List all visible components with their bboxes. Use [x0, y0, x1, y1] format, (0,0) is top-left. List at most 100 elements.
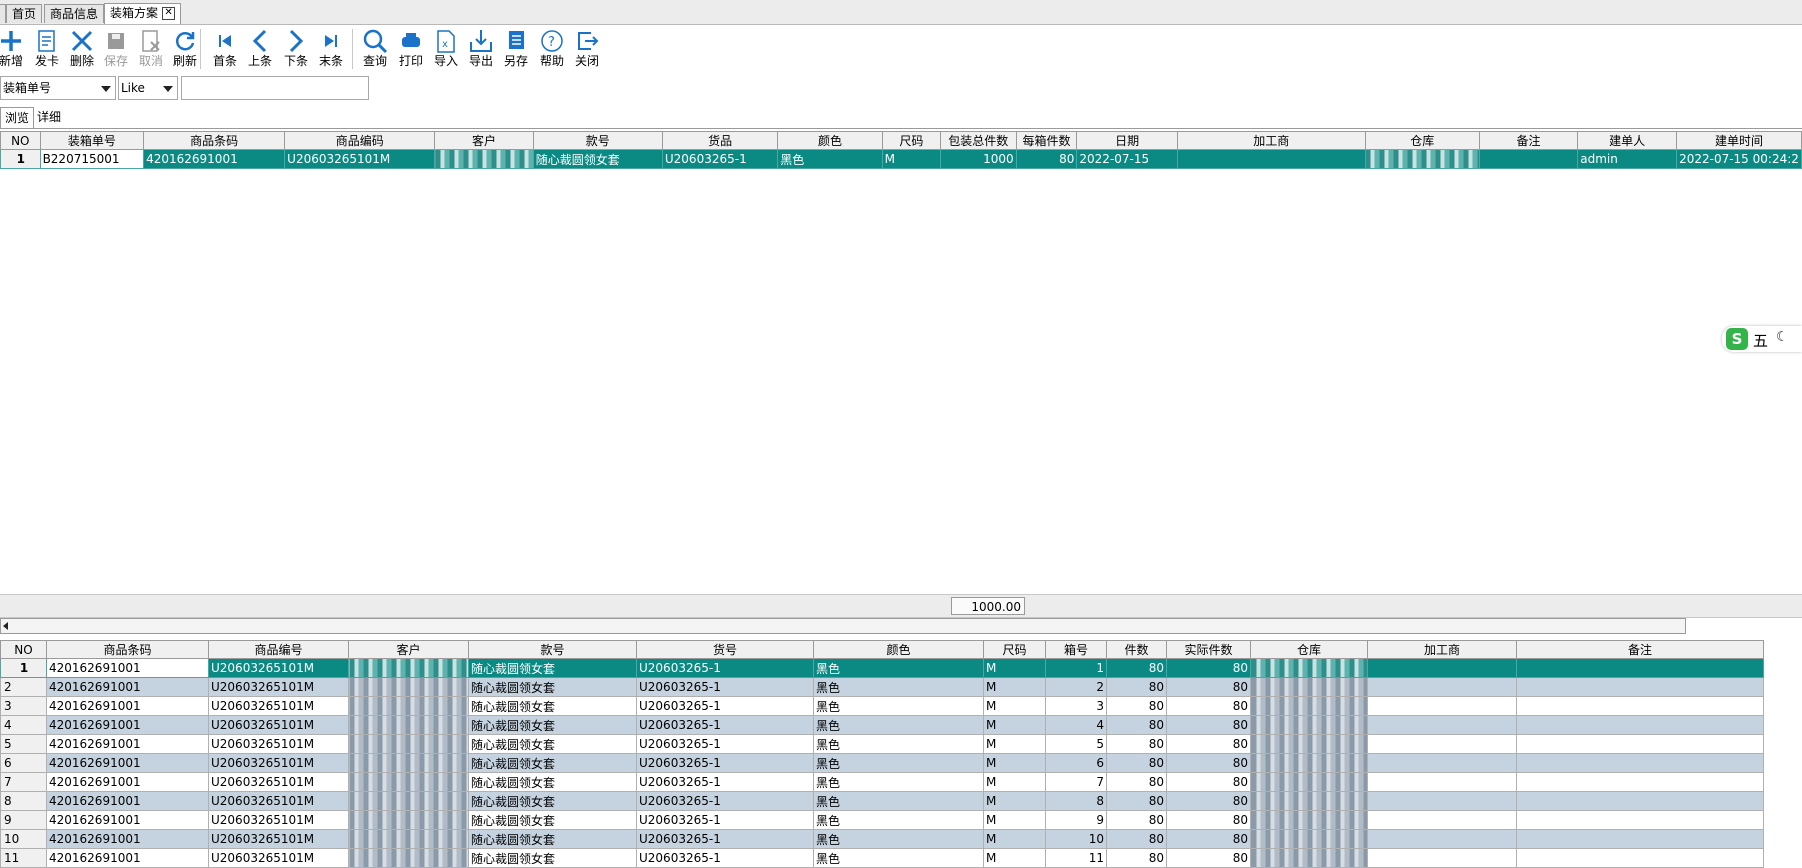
table-cell-processor[interactable] [1367, 810, 1517, 830]
table-cell-warehouse[interactable] [1250, 753, 1368, 773]
table-cell-no[interactable]: 3 [0, 696, 47, 716]
table-cell-color[interactable]: 黑色 [813, 829, 984, 849]
table-cell-customer[interactable] [348, 810, 469, 830]
close-icon[interactable]: ✕ [162, 7, 176, 20]
column-header[interactable]: 包装总件数 [939, 131, 1017, 150]
table-cell-no[interactable]: 11 [0, 848, 47, 868]
toolbar-button-card[interactable]: 发卡 [30, 25, 64, 73]
column-header[interactable]: 颜色 [777, 131, 883, 150]
table-cell-box[interactable]: 11 [1045, 848, 1107, 868]
column-header[interactable]: 客户 [348, 640, 469, 659]
table-cell-no[interactable]: 10 [0, 829, 47, 849]
table-cell-item[interactable]: U20603265-1 [636, 829, 814, 849]
table-cell-qty[interactable]: 80 [1106, 772, 1167, 792]
table-cell-processor[interactable] [1367, 772, 1517, 792]
column-header[interactable]: 每箱件数 [1015, 131, 1078, 150]
table-cell-warehouse[interactable] [1250, 791, 1368, 811]
table-row[interactable]: 1 420162691001 U20603265101M 随心裁圆领女套 U206032… [0, 658, 1764, 678]
tab-product-info[interactable]: 商品信息 [44, 4, 105, 23]
table-cell-style[interactable]: 随心裁圆领女套 [468, 696, 637, 716]
table-cell-color[interactable]: 黑色 [813, 848, 984, 868]
table-cell-size[interactable]: M [983, 829, 1046, 849]
table-cell-remark[interactable] [1478, 149, 1579, 169]
table-cell-no[interactable]: 4 [0, 715, 47, 735]
toolbar-button-close-x[interactable]: 删除 [65, 25, 99, 73]
table-cell-qty[interactable]: 80 [1106, 734, 1167, 754]
table-cell-warehouse[interactable] [1250, 810, 1368, 830]
table-cell-remark[interactable] [1516, 772, 1764, 792]
table-cell-customer[interactable] [348, 696, 469, 716]
toolbar-button-next[interactable]: 下条 [279, 25, 313, 73]
table-cell-barcode[interactable]: 420162691001 [46, 829, 209, 849]
ime-status-widget[interactable]: S 五 ☾ [1722, 326, 1802, 352]
toolbar-button-cancel[interactable]: 取消 [134, 25, 168, 73]
table-cell-color[interactable]: 黑色 [813, 753, 984, 773]
table-cell-remark[interactable] [1516, 734, 1764, 754]
column-header[interactable]: 仓库 [1364, 131, 1480, 150]
table-row[interactable]: 2 420162691001 U20603265101M 随心裁圆领女套 U206032… [0, 677, 1764, 697]
table-cell-style[interactable]: 随心裁圆领女套 [468, 848, 637, 868]
table-cell-remark[interactable] [1516, 696, 1764, 716]
table-cell-customer[interactable] [348, 658, 469, 678]
table-cell-style[interactable]: 随心裁圆领女套 [468, 810, 637, 830]
table-cell-color[interactable]: 黑色 [813, 696, 984, 716]
table-cell-qty[interactable]: 80 [1106, 829, 1167, 849]
table-row[interactable]: 4 420162691001 U20603265101M 随心裁圆领女套 U206032… [0, 715, 1764, 735]
table-cell-processor[interactable] [1367, 829, 1517, 849]
table-cell-remark[interactable] [1516, 810, 1764, 830]
table-cell-size[interactable]: M [983, 658, 1046, 678]
table-cell-item[interactable]: U20603265-1 [636, 715, 814, 735]
table-cell-no[interactable]: 5 [0, 734, 47, 754]
table-cell-barcode[interactable]: 420162691001 [46, 734, 209, 754]
column-header[interactable]: 实际件数 [1166, 640, 1251, 659]
table-cell-no[interactable]: 2 [0, 677, 47, 697]
table-cell-qty[interactable]: 80 [1106, 658, 1167, 678]
toolbar-button-search[interactable]: 查询 [358, 25, 392, 73]
table-cell-processor[interactable] [1367, 734, 1517, 754]
table-cell-barcode[interactable]: 420162691001 [46, 810, 209, 830]
table-cell-actual[interactable]: 80 [1166, 810, 1251, 830]
table-cell-code[interactable]: U20603265101M [208, 829, 349, 849]
table-cell-code[interactable]: U20603265101M [208, 753, 349, 773]
table-cell-warehouse[interactable] [1250, 696, 1368, 716]
table-cell-box-no[interactable]: B220715001 [39, 149, 145, 169]
table-cell-actual[interactable]: 80 [1166, 734, 1251, 754]
table-cell-color[interactable]: 黑色 [813, 677, 984, 697]
table-cell-box[interactable]: 5 [1045, 734, 1107, 754]
column-header[interactable]: NO [0, 131, 41, 150]
table-cell-qty[interactable]: 80 [1106, 810, 1167, 830]
toolbar-button-help[interactable]: ? 帮助 [535, 25, 569, 73]
table-cell-remark[interactable] [1516, 715, 1764, 735]
table-cell-item[interactable]: U20603265-1 [636, 696, 814, 716]
toolbar-button-refresh[interactable]: 刷新 [168, 25, 202, 73]
filter-operator-select[interactable]: Like [118, 76, 178, 100]
table-cell-barcode[interactable]: 420162691001 [46, 791, 209, 811]
toolbar-button-save[interactable]: 保存 [99, 25, 133, 73]
table-cell-barcode[interactable]: 420162691001 [46, 715, 209, 735]
table-cell-item[interactable]: U20603265-1 [636, 753, 814, 773]
table-cell-code[interactable]: U20603265101M [208, 772, 349, 792]
table-cell-creator[interactable]: admin [1577, 149, 1678, 169]
table-cell-warehouse[interactable] [1250, 734, 1368, 754]
column-header[interactable]: 尺码 [881, 131, 941, 150]
table-cell-no[interactable]: 8 [0, 791, 47, 811]
table-cell-size[interactable]: M [881, 149, 941, 169]
table-cell-qty[interactable]: 80 [1106, 848, 1167, 868]
table-cell-item[interactable]: U20603265-1 [636, 848, 814, 868]
table-row[interactable]: 11 420162691001 U20603265101M 随心裁圆领女套 U20603… [0, 848, 1764, 868]
table-cell-qty[interactable]: 80 [1106, 753, 1167, 773]
table-cell-size[interactable]: M [983, 734, 1046, 754]
table-cell-code[interactable]: U20603265101M [284, 149, 436, 169]
table-cell-remark[interactable] [1516, 848, 1764, 868]
table-cell-color[interactable]: 黑色 [813, 791, 984, 811]
column-header[interactable]: 加工商 [1176, 131, 1366, 150]
column-header[interactable]: 备注 [1478, 131, 1579, 150]
column-header[interactable]: 加工商 [1367, 640, 1517, 659]
table-cell-warehouse[interactable] [1364, 149, 1480, 169]
column-header[interactable]: 建单时间 [1676, 131, 1802, 150]
table-cell-size[interactable]: M [983, 696, 1046, 716]
table-cell-customer[interactable] [348, 677, 469, 697]
table-cell-size[interactable]: M [983, 772, 1046, 792]
column-header[interactable]: 仓库 [1250, 640, 1368, 659]
column-header[interactable]: 商品编号 [208, 640, 349, 659]
